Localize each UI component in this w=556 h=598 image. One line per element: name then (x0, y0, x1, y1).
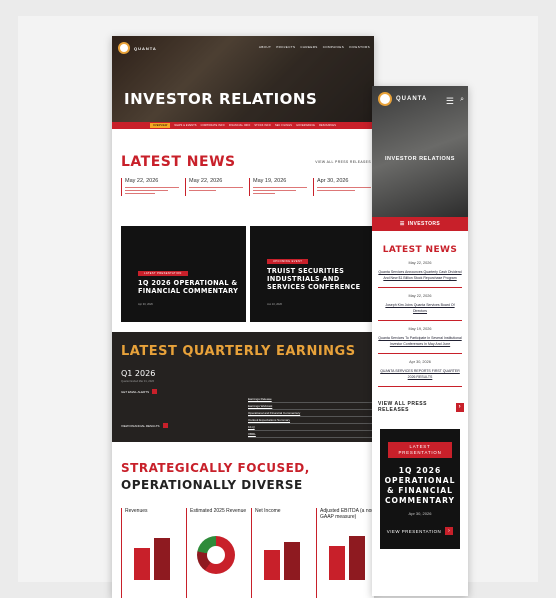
feature-cards: LATEST PRESENTATION 1Q 2026 OPERATIONAL … (121, 226, 374, 322)
hero-banner: QUANTA ABOUT PROJECTS CAREERS COMPANIES … (112, 36, 374, 122)
estimated-revenue-chart: Estimated 2025 Revenue (186, 508, 247, 598)
list-item: Apr 30, 2026 QUANTA SERVICES REPORTS FIRS… (378, 354, 462, 387)
investors-menu-bar[interactable]: ☰ INVESTORS (372, 217, 468, 231)
quanta-logo[interactable]: QUANTA (378, 92, 427, 106)
latest-news-section: LATEST NEWS VIEW ALL PRESS RELEASES May … (121, 154, 371, 196)
arrow-icon: › (445, 527, 454, 535)
news-link[interactable]: QUANTA SERVICES REPORTS FIRST QUARTER 20… (378, 369, 462, 380)
doc-link[interactable]: Earnings Webcast (248, 404, 272, 408)
revenues-chart: Revenues (121, 508, 182, 598)
subnav-sec[interactable]: SEC FILINGS (275, 124, 292, 127)
event-card[interactable]: UPCOMING EVENT TRUIST SECURITIES INDUSTR… (250, 226, 374, 322)
news-item[interactable]: May 22, 2026 (185, 178, 243, 196)
mobile-view-all-button[interactable]: VIEW ALL PRESS RELEASES › (372, 387, 468, 419)
arrow-icon (152, 389, 158, 394)
view-presentation-button[interactable]: VIEW PRESENTATION › (380, 527, 460, 535)
quanta-logo[interactable]: QUANTA (118, 42, 157, 54)
subnav-corporate[interactable]: CORPORATE INFO (201, 124, 225, 127)
logo-icon (378, 92, 392, 106)
mobile-page-title: INVESTOR RELATIONS (385, 156, 455, 162)
mobile-hero: QUANTA ☰ ⌕ INVESTOR RELATIONS (372, 86, 468, 217)
nav-careers[interactable]: CAREERS (300, 45, 317, 49)
presentation-card[interactable]: LATEST PRESENTATION 1Q 2026 OPERATIONAL … (121, 226, 246, 322)
arrow-icon (162, 423, 168, 428)
mobile-news-heading: LATEST NEWS (382, 245, 458, 255)
doc-link[interactable]: Outlook Expectations Summary (248, 418, 290, 422)
nav-companies[interactable]: COMPANIES (323, 45, 344, 49)
mobile-news-section: LATEST NEWS May 22, 2026 Quanta Services … (372, 231, 468, 387)
doc-link[interactable]: XBRL (248, 432, 256, 436)
nav-investors[interactable]: INVESTORS (349, 45, 370, 49)
news-heading: LATEST NEWS (121, 154, 236, 170)
arrow-icon: › (455, 402, 464, 412)
subnav-governance[interactable]: GOVERNANCE (296, 124, 315, 127)
net-income-chart: Net Income (251, 508, 312, 598)
news-link[interactable]: Quanta Services Announces Quarterly Cash… (378, 270, 462, 281)
mobile-page-mockup: QUANTA ☰ ⌕ INVESTOR RELATIONS ☰ INVESTORS… (372, 86, 468, 596)
news-item[interactable]: Apr 30, 2026 (313, 178, 371, 196)
quarter-label: Q1 2026 (121, 369, 156, 378)
list-item: May 22, 2026 Quanta Services Announces Qu… (378, 255, 462, 288)
subnav-financial[interactable]: FINANCIAL INFO (229, 124, 251, 127)
strategy-heading: STRATEGICALLY FOCUSED, OPERATIONALLY DIV… (121, 461, 310, 492)
ebitda-chart: Adjusted EBITDA (a non-GAAP measure) (316, 508, 374, 598)
doc-link[interactable]: Operational and Financial Commentary (248, 411, 300, 415)
nav-about[interactable]: ABOUT (259, 45, 271, 49)
news-item[interactable]: May 22, 2026 (121, 178, 179, 196)
news-link[interactable]: Quanta Services To Participate In Severa… (378, 336, 462, 347)
news-item[interactable]: May 19, 2026 (249, 178, 307, 196)
view-financial-button[interactable]: VIEW FINANCIAL RESULTS (121, 423, 168, 428)
mobile-presentation-card[interactable]: LATEST PRESENTATION 1Q 2026 OPERATIONAL … (380, 429, 460, 549)
news-link[interactable]: Joseph Kim Joins Quanta Services Board O… (378, 303, 462, 314)
earnings-heading: LATEST QUARTERLY EARNINGS (121, 344, 356, 359)
list-item: May 19, 2026 Quanta Services To Participa… (378, 321, 462, 354)
top-nav: ABOUT PROJECTS CAREERS COMPANIES INVESTO… (259, 45, 370, 49)
menu-icon: ☰ (399, 221, 405, 227)
nav-projects[interactable]: PROJECTS (276, 45, 295, 49)
view-all-press-link[interactable]: VIEW ALL PRESS RELEASES (315, 160, 371, 164)
subnav-overview[interactable]: OVERVIEW (149, 123, 171, 128)
list-item: May 22, 2026 Joseph Kim Joins Quanta Serv… (378, 288, 462, 321)
metrics-charts: Revenues Estimated 2025 Revenue Net Inco… (121, 508, 374, 598)
sub-nav: OVERVIEW NEWS & EVENTS CORPORATE INFO FI… (112, 122, 374, 129)
logo-icon (118, 42, 130, 54)
email-alerts-button[interactable]: GET EMAIL ALERTS (121, 389, 365, 394)
subnav-news[interactable]: NEWS & EVENTS (174, 124, 196, 127)
earnings-docs-list: Earnings Release▪ Earnings Webcast▪ Oper… (248, 396, 374, 438)
page-title: INVESTOR RELATIONS (124, 90, 318, 108)
doc-link[interactable]: Earnings Release (248, 397, 272, 401)
hamburger-menu-icon[interactable]: ☰ (446, 96, 454, 107)
search-icon[interactable]: ⌕ (460, 96, 464, 104)
subnav-stock[interactable]: STOCK INFO (254, 124, 271, 127)
desktop-page-mockup: QUANTA ABOUT PROJECTS CAREERS COMPANIES … (112, 36, 374, 598)
subnav-resources[interactable]: RESOURCES (319, 124, 336, 127)
earnings-section: LATEST QUARTERLY EARNINGS Q1 2026 Quarte… (112, 332, 374, 442)
doc-link[interactable]: 10-Q (248, 425, 255, 429)
